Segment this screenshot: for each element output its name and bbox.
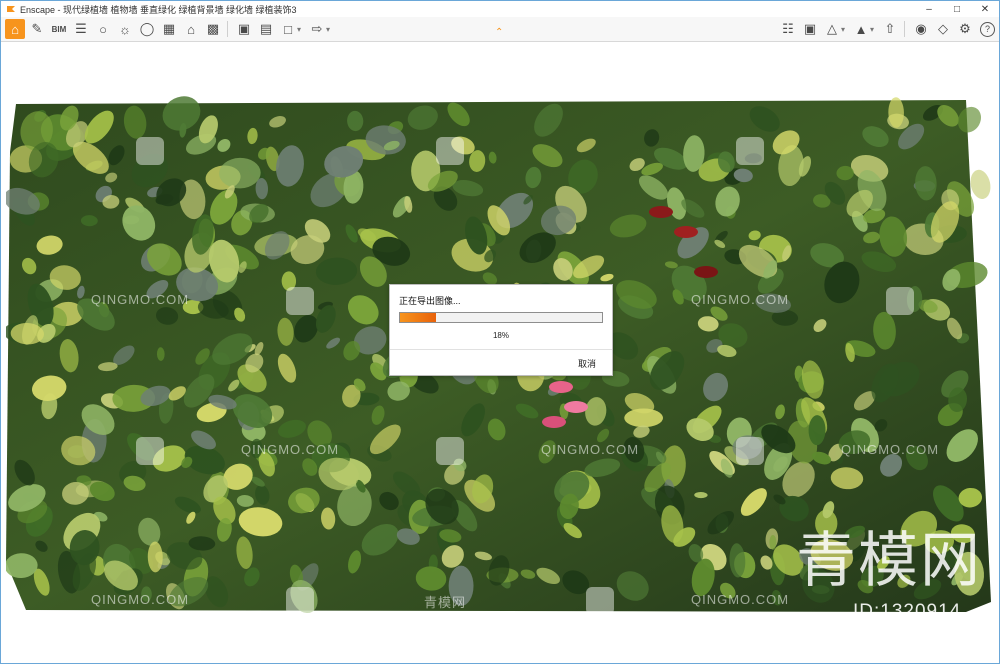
accent-leaf-shape xyxy=(549,381,573,393)
tape-measure-icon[interactable]: ✎ xyxy=(27,19,47,39)
watermark-text: QINGMO.COM xyxy=(241,442,340,457)
enscape-logo-icon xyxy=(7,6,15,12)
accent-leaf-shape xyxy=(649,206,673,218)
sun-icon[interactable]: ☼ xyxy=(115,19,135,39)
accent-leaf-shape xyxy=(542,416,566,428)
export-progress-dialog: 正在导出图像... 18% 取消 xyxy=(389,284,613,376)
title-bar: Enscape - 现代绿植墙 植物墙 垂直绿化 绿植背景墙 绿化墙 绿植装饰3… xyxy=(1,1,999,17)
watermark-logo-icon xyxy=(436,137,464,165)
close-button[interactable]: ✕ xyxy=(971,1,999,17)
brand-watermark: 青模网 xyxy=(796,526,982,596)
maximize-button[interactable]: □ xyxy=(943,1,971,17)
objects-dropdown-icon[interactable]: ▾ xyxy=(841,25,849,34)
export-icon[interactable]: ⇨ xyxy=(307,19,327,39)
window-controls: – □ ✕ xyxy=(915,1,999,17)
image-id-label: ID:1320914 xyxy=(853,601,962,622)
watermark-logo-icon xyxy=(286,587,314,615)
leaf-shape xyxy=(769,534,777,550)
watermark-text: QINGMO.COM xyxy=(691,292,790,307)
clapperboard-icon[interactable]: ▩ xyxy=(203,19,223,39)
watermark-logo-icon xyxy=(436,437,464,465)
material-editor-icon[interactable]: ▣ xyxy=(800,19,820,39)
watermark-logo-icon xyxy=(286,287,314,315)
upload-icon[interactable]: ⇧ xyxy=(880,19,900,39)
watermark-logo-icon xyxy=(886,287,914,315)
objects-icon[interactable]: △ xyxy=(822,19,842,39)
bim-icon[interactable]: BIM xyxy=(49,19,69,39)
export-dropdown-icon[interactable]: ▾ xyxy=(326,25,334,34)
screenshot-icon[interactable]: ▣ xyxy=(234,19,254,39)
watermark-text: QINGMO.COM xyxy=(541,442,640,457)
vr-headset-icon[interactable]: ◉ xyxy=(911,19,931,39)
watermark-text: 青模网 xyxy=(424,595,467,610)
panorama-dropdown-icon[interactable]: ▾ xyxy=(297,25,305,34)
minimize-button[interactable]: – xyxy=(915,1,943,17)
dialog-title: 正在导出图像... xyxy=(399,296,461,306)
watermark-logo-icon xyxy=(136,137,164,165)
asset-library-icon[interactable]: ☷ xyxy=(778,19,798,39)
house-icon[interactable]: ⌂ xyxy=(181,19,201,39)
accent-leaf-shape xyxy=(564,401,588,413)
dialog-divider xyxy=(390,349,612,350)
building-icon[interactable]: ▦ xyxy=(159,19,179,39)
enscape-window: Enscape - 现代绿植墙 植物墙 垂直绿化 绿植背景墙 绿化墙 绿植装饰3… xyxy=(0,0,1000,664)
toolbar-right-group: ☷ ▣ △ ▾ ▲ ▾ ⇧ ◉ ◇ ⚙ ? xyxy=(776,19,995,39)
home-icon[interactable]: ⌂ xyxy=(5,19,25,39)
cancel-button[interactable]: 取消 xyxy=(578,357,596,370)
views-icon[interactable]: ▲ xyxy=(851,19,871,39)
toolbar-separator xyxy=(227,21,228,37)
progress-percent: 18% xyxy=(492,331,509,340)
batch-render-icon[interactable]: ▤ xyxy=(256,19,276,39)
gamepad-icon[interactable]: ○ xyxy=(93,19,113,39)
accent-leaf-shape xyxy=(674,226,698,238)
collapse-toolbar-icon[interactable]: ⌃ xyxy=(495,27,503,38)
watermark-text: QINGMO.COM xyxy=(91,292,190,307)
visual-settings-icon[interactable]: ◇ xyxy=(933,19,953,39)
accent-leaf-shape xyxy=(694,266,718,278)
watermark-logo-icon xyxy=(736,137,764,165)
lightbulb-icon[interactable]: ◯ xyxy=(137,19,157,39)
watermark-logo-icon xyxy=(136,437,164,465)
watermark-text: QINGMO.COM xyxy=(841,442,940,457)
gear-icon[interactable]: ⚙ xyxy=(955,19,975,39)
progress-bar xyxy=(399,312,603,323)
views-dropdown-icon[interactable]: ▾ xyxy=(870,25,878,34)
panorama-icon[interactable]: □ xyxy=(278,19,298,39)
progress-bar-fill xyxy=(400,313,437,322)
window-title: Enscape - 现代绿植墙 植物墙 垂直绿化 绿植背景墙 绿化墙 绿植装饰3 xyxy=(20,4,297,15)
settings-list-icon[interactable]: ☰ xyxy=(71,19,91,39)
watermark-text: QINGMO.COM xyxy=(91,592,190,607)
watermark-text: QINGMO.COM xyxy=(691,592,790,607)
help-icon[interactable]: ? xyxy=(980,21,995,37)
toolbar-separator-right xyxy=(904,21,905,37)
watermark-logo-icon xyxy=(586,587,614,615)
watermark-logo-icon xyxy=(736,437,764,465)
